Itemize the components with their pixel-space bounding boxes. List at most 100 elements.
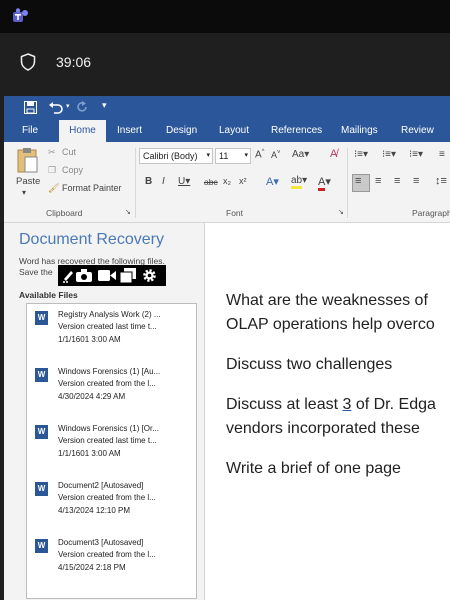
undo-dropdown-icon[interactable]: ▾ — [66, 102, 70, 110]
font-name-select[interactable]: Calibri (Body) ▾ — [139, 148, 213, 164]
file-date: 1/1/1601 3:00 AM — [58, 449, 121, 458]
customize-qat-icon[interactable]: ▾ — [102, 100, 107, 111]
document-recovery-pane: Document Recovery Word has recovered the… — [4, 223, 205, 600]
bullets-icon[interactable]: ⁝≡▾ — [354, 149, 368, 160]
change-case-icon[interactable]: Aa▾ — [292, 149, 309, 160]
recovered-file-item[interactable]: W Windows Forensics (1) [Au... Version c… — [27, 364, 196, 421]
align-center-icon[interactable]: ≡ — [375, 175, 381, 187]
superscript-icon[interactable]: x² — [239, 176, 247, 186]
doc-paragraph: What are the weaknesses of OLAP operatio… — [226, 289, 435, 337]
decrease-indent-icon[interactable]: ≡ — [439, 149, 445, 160]
text-effects-icon[interactable]: A▾ — [266, 175, 279, 188]
font-color-icon[interactable]: A▾ — [318, 175, 331, 191]
doc-paragraph: Discuss two challenges — [226, 356, 393, 373]
file-description: Version created last time t... — [58, 322, 157, 331]
format-painter-button[interactable]: Format Painter — [62, 183, 122, 193]
font-size-select[interactable]: 11 ▾ — [215, 148, 251, 164]
file-date: 4/15/2024 2:18 PM — [58, 563, 126, 572]
grow-font-icon[interactable]: A^ — [255, 149, 265, 160]
ribbon-separator — [135, 148, 136, 218]
tab-references[interactable]: References — [271, 120, 322, 142]
align-right-icon[interactable]: ≡ — [394, 175, 400, 187]
redo-icon[interactable] — [76, 101, 89, 114]
file-name: Windows Forensics (1) [Or... — [58, 424, 159, 433]
paste-dropdown-icon[interactable]: ▾ — [22, 188, 26, 197]
settings-icon[interactable] — [142, 268, 157, 283]
recovery-title: Document Recovery — [19, 231, 164, 248]
underline-icon[interactable]: U▾ — [178, 176, 190, 187]
file-description: Version created last time t... — [58, 436, 157, 445]
available-files-label: Available Files — [19, 290, 78, 300]
file-name: Registry Analysis Work (2) ... — [58, 310, 161, 319]
bold-icon[interactable]: B — [145, 176, 152, 187]
camera-icon[interactable] — [76, 269, 92, 282]
highlight-icon[interactable]: ab▾ — [291, 175, 307, 189]
undo-icon[interactable] — [48, 101, 64, 114]
recovered-file-item[interactable]: W Registry Analysis Work (2) ... Version… — [27, 307, 196, 364]
save-icon[interactable] — [24, 101, 37, 114]
cut-button[interactable]: Cut — [62, 147, 76, 157]
multilevel-list-icon[interactable]: ⁝≡▾ — [409, 149, 423, 160]
word-doc-icon: W — [35, 368, 48, 382]
file-description: Version created from the l... — [58, 493, 156, 502]
pen-icon[interactable] — [62, 268, 74, 283]
cut-icon: ✂ — [48, 147, 56, 157]
font-size-value: 11 — [219, 151, 229, 161]
doc-line: Discuss at least 3 of Dr. Edga — [226, 393, 436, 417]
recovered-files-list: W Registry Analysis Work (2) ... Version… — [26, 303, 197, 599]
word-doc-icon: W — [35, 482, 48, 496]
file-name: Document2 [Autosaved] — [58, 481, 144, 490]
paste-icon[interactable] — [16, 146, 40, 176]
file-date: 1/1/1601 3:00 AM — [58, 335, 121, 344]
tab-home[interactable]: Home — [59, 120, 106, 142]
tab-design[interactable]: Design — [166, 120, 197, 142]
taskbar-strip — [0, 0, 450, 33]
elapsed-timer: 39:06 — [56, 54, 92, 70]
doc-line: OLAP operations help overco — [226, 316, 435, 333]
document-body[interactable]: What are the weaknesses of OLAP operatio… — [205, 223, 450, 600]
shrink-font-icon[interactable]: A˅ — [271, 150, 281, 160]
copy-window-icon[interactable] — [120, 268, 136, 283]
tab-file[interactable]: File — [15, 120, 45, 142]
doc-paragraph: Write a brief of one page — [226, 460, 401, 477]
file-name: Windows Forensics (1) [Au... — [58, 367, 161, 376]
tab-mailings[interactable]: Mailings — [341, 120, 378, 142]
italic-icon[interactable]: I — [162, 176, 165, 187]
recovered-file-item[interactable]: W Document3 [Autosaved] Version created … — [27, 535, 196, 592]
quick-access-toolbar: ▾ ▾ — [4, 96, 450, 120]
copy-icon: ❐ — [48, 165, 57, 175]
tab-insert[interactable]: Insert — [117, 120, 142, 142]
word-doc-icon: W — [35, 311, 48, 325]
format-painter-icon: 🖌 — [48, 183, 60, 193]
justify-icon[interactable]: ≡ — [413, 175, 419, 187]
teams-icon[interactable] — [11, 8, 29, 24]
video-icon[interactable] — [98, 270, 116, 281]
numbering-icon[interactable]: ⁝≡▾ — [382, 149, 396, 160]
word-doc-icon: W — [35, 425, 48, 439]
ribbon-home: Paste ▾ ✂ Cut ❐ Copy 🖌 Format Painter Cl… — [4, 142, 450, 223]
font-launcher-icon[interactable]: ↘ — [338, 208, 344, 216]
tab-review[interactable]: Review — [401, 120, 434, 142]
subscript-icon[interactable]: x₂ — [223, 176, 231, 186]
word-window: ▾ ▾ File Home Insert Design Layout Refer… — [4, 96, 450, 600]
tab-layout[interactable]: Layout — [219, 120, 249, 142]
ribbon-separator — [347, 148, 348, 218]
copy-button[interactable]: Copy — [62, 165, 83, 175]
strikethrough-icon[interactable]: abc — [204, 177, 218, 187]
file-description: Version created from the l... — [58, 550, 156, 559]
recovered-file-item[interactable]: W Windows Forensics (1) [Or... Version c… — [27, 421, 196, 478]
clear-formatting-icon[interactable]: A̸ — [330, 148, 337, 160]
recovered-file-item[interactable]: W Document2 [Autosaved] Version created … — [27, 478, 196, 535]
line-spacing-icon[interactable]: ↕≡ — [435, 175, 447, 187]
doc-paragraph: Discuss at least 3 of Dr. Edga vendors i… — [226, 393, 436, 441]
clipboard-launcher-icon[interactable]: ↘ — [125, 208, 131, 216]
screen-capture-toolbar — [58, 265, 166, 286]
doc-line: What are the weaknesses of — [226, 292, 428, 309]
paste-button[interactable]: Paste — [16, 176, 40, 187]
ribbon-tabs: File Home Insert Design Layout Reference… — [4, 120, 450, 142]
doc-text: of Dr. Edga — [351, 396, 436, 413]
file-date: 4/30/2024 4:29 AM — [58, 392, 126, 401]
font-group-label: Font — [226, 208, 244, 218]
paragraph-group-label: Paragraph — [412, 208, 450, 218]
clipboard-group-label: Clipboard — [46, 208, 83, 218]
